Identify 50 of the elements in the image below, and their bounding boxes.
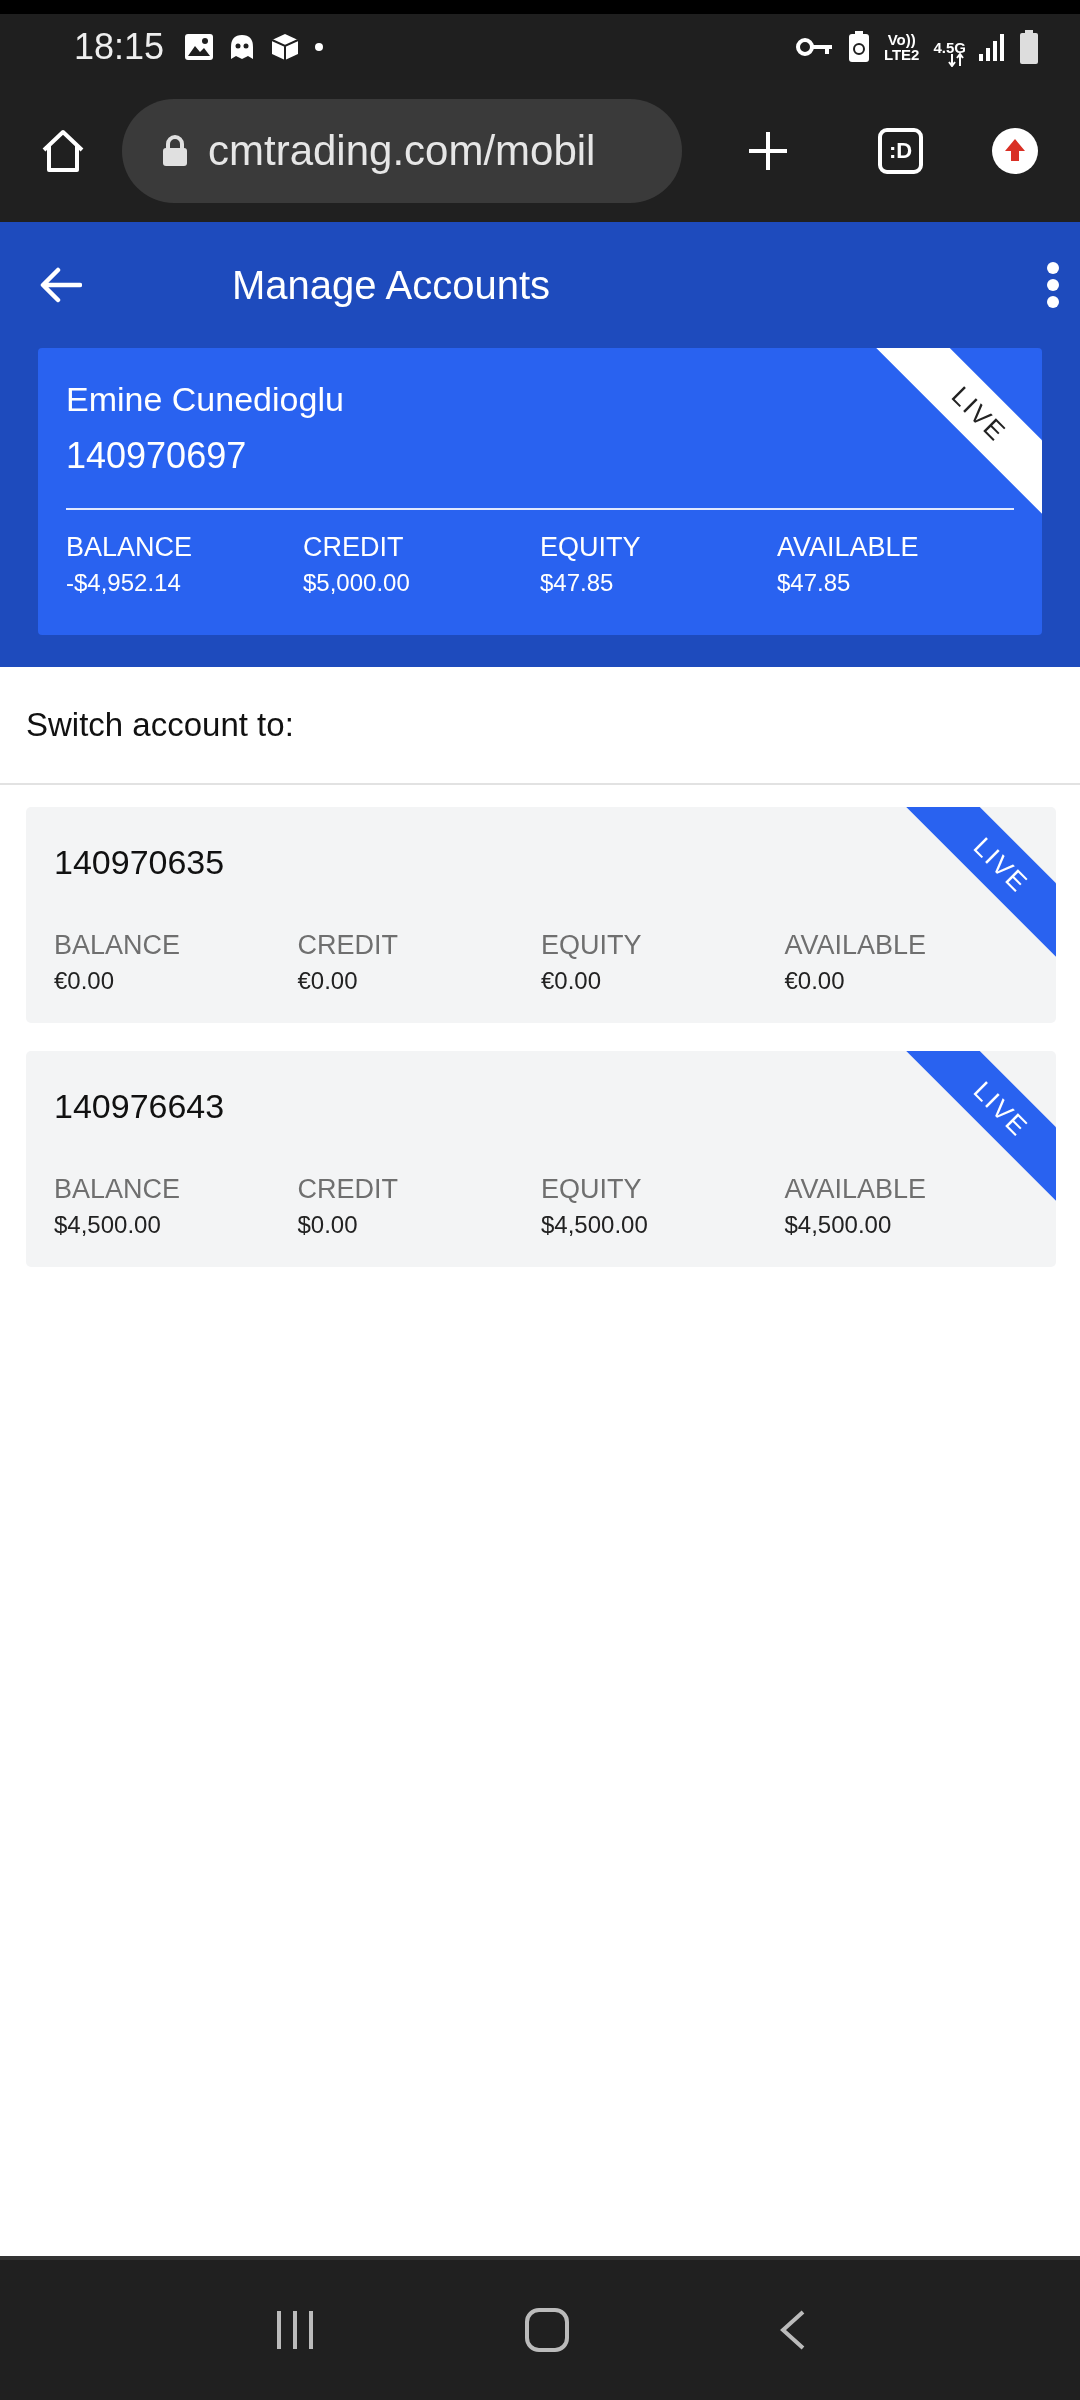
lock-icon bbox=[162, 135, 188, 167]
stat-value: $47.85 bbox=[777, 569, 852, 597]
switch-account-label: Switch account to: bbox=[0, 667, 1080, 785]
stat-label: EQUITY bbox=[541, 930, 643, 961]
battery-saver-icon bbox=[847, 31, 870, 63]
stat-value: $47.85 bbox=[540, 569, 615, 597]
stat-label: BALANCE bbox=[66, 532, 194, 563]
image-icon bbox=[184, 33, 215, 61]
network-label: Vo)) LTE2 bbox=[883, 32, 920, 62]
address-bar[interactable]: cmtrading.com/mobil bbox=[122, 99, 682, 203]
stat-value: $4,500.00 bbox=[54, 1211, 162, 1239]
stat-label: AVAILABLE bbox=[784, 1174, 928, 1205]
account-number: 140970635 bbox=[54, 843, 225, 882]
data-arrows-icon bbox=[948, 53, 964, 67]
status-time: 18:15 bbox=[74, 26, 165, 68]
account-holder-name: Emine Cunedioglu bbox=[66, 379, 344, 420]
stat-label: EQUITY bbox=[540, 532, 642, 563]
account-number: 140976643 bbox=[54, 1087, 225, 1126]
signal-icon bbox=[978, 32, 1006, 62]
data-label: 4.5G bbox=[933, 39, 966, 55]
stat-value: $0.00 bbox=[297, 1211, 359, 1239]
home-button-icon[interactable] bbox=[524, 2307, 570, 2353]
stat-value: €0.00 bbox=[54, 967, 116, 995]
stat-label: BALANCE bbox=[54, 1174, 182, 1205]
stat-label: CREDIT bbox=[303, 532, 405, 563]
dot-icon bbox=[314, 42, 325, 52]
cube-icon bbox=[270, 32, 301, 62]
stat-value: €0.00 bbox=[784, 967, 846, 995]
key-icon bbox=[795, 36, 834, 58]
battery-icon bbox=[1020, 30, 1038, 64]
stat-value: €0.00 bbox=[297, 967, 359, 995]
plus-icon[interactable] bbox=[746, 129, 790, 173]
url-text: cmtrading.com/mobil bbox=[208, 127, 596, 175]
stat-value: $4,500.00 bbox=[784, 1211, 893, 1239]
stat-label: CREDIT bbox=[297, 1174, 399, 1205]
stat-label: AVAILABLE bbox=[777, 532, 920, 563]
stat-value: $5,000.00 bbox=[303, 569, 411, 597]
stat-label: CREDIT bbox=[297, 930, 399, 961]
page-title: Manage Accounts bbox=[232, 262, 550, 308]
stat-value: -$4,952.14 bbox=[66, 569, 182, 597]
stat-label: EQUITY bbox=[541, 1174, 643, 1205]
stat-label: AVAILABLE bbox=[784, 930, 928, 961]
stat-label: BALANCE bbox=[54, 930, 182, 961]
upload-icon[interactable] bbox=[991, 127, 1040, 175]
more-options-icon[interactable] bbox=[1046, 261, 1060, 309]
stat-value: €0.00 bbox=[541, 967, 603, 995]
back-arrow-icon[interactable] bbox=[38, 265, 82, 305]
stat-value: $4,500.00 bbox=[541, 1211, 649, 1239]
tab-switcher-button[interactable]: :D bbox=[878, 128, 924, 174]
account-number: 140970697 bbox=[66, 434, 247, 478]
